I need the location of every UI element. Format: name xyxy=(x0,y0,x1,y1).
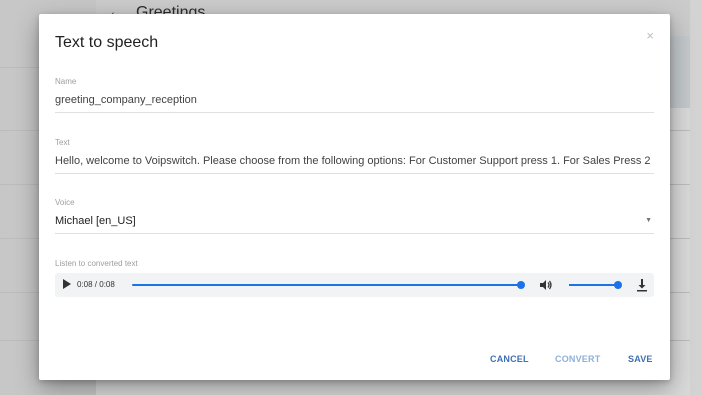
convert-button[interactable]: CONVERT xyxy=(555,354,600,364)
text-field[interactable]: Text Hello, welcome to Voipswitch. Pleas… xyxy=(55,138,654,174)
audio-time: 0:08 / 0:08 xyxy=(77,280,115,289)
play-icon[interactable] xyxy=(63,279,71,289)
name-field[interactable]: Name greeting_company_reception xyxy=(55,77,654,113)
audio-player: 0:08 / 0:08 xyxy=(55,273,654,297)
audio-progress-track[interactable] xyxy=(132,284,521,286)
dialog-title: Text to speech xyxy=(55,34,159,51)
text-label: Text xyxy=(55,138,70,147)
text-underline xyxy=(55,173,654,174)
voice-underline xyxy=(55,233,654,234)
volume-thumb[interactable] xyxy=(614,281,622,289)
voice-select[interactable]: Voice Michael [en_US] ▼ xyxy=(55,198,654,234)
download-icon[interactable] xyxy=(636,278,648,292)
close-icon[interactable]: × xyxy=(646,28,654,43)
save-button[interactable]: SAVE xyxy=(628,354,653,364)
text-input[interactable]: Hello, welcome to Voipswitch. Please cho… xyxy=(55,155,654,167)
volume-track[interactable] xyxy=(569,284,619,286)
voice-selected-value[interactable]: Michael [en_US] xyxy=(55,215,654,227)
name-underline xyxy=(55,112,654,113)
name-label: Name xyxy=(55,77,77,86)
voice-label: Voice xyxy=(55,198,75,207)
text-to-speech-dialog: Text to speech × Name greeting_company_r… xyxy=(39,14,670,380)
listen-label: Listen to converted text xyxy=(55,259,138,268)
chevron-down-icon[interactable]: ▼ xyxy=(645,217,652,224)
volume-icon[interactable] xyxy=(539,278,553,292)
audio-progress-thumb[interactable] xyxy=(517,281,525,289)
cancel-button[interactable]: CANCEL xyxy=(490,354,529,364)
name-input[interactable]: greeting_company_reception xyxy=(55,94,654,106)
listen-section: Listen to converted text xyxy=(55,259,654,268)
